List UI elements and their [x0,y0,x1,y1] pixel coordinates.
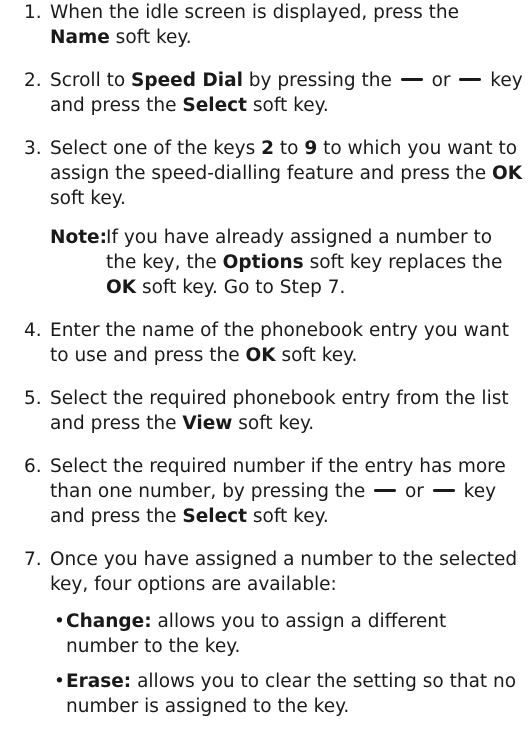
key-number: 9 [304,138,318,159]
soft-key-name: Name [50,27,110,48]
step-text: soft key. [109,27,192,48]
step-number: 2. [24,70,42,91]
option-change: • Change: allows you to assign a differe… [50,609,524,659]
step-text: soft key. [275,345,358,366]
step-1: 1. When the idle screen is displayed, pr… [24,0,524,50]
step-text: soft key. [50,188,126,209]
option-text: allows you to clear the setting so that … [66,671,517,717]
step-3: 3. Select one of the keys 2 to 9 to whic… [24,136,524,211]
note-label: Note: [50,227,107,248]
soft-key-name: Options [222,252,304,273]
soft-key-name: Select [182,506,247,527]
nav-down-key-icon [459,78,482,81]
options-list: • Change: allows you to assign a differe… [50,609,524,719]
key-number: 2 [261,138,274,159]
step-number: 1. [24,2,42,23]
step-6: 6. Select the required number if the ent… [24,454,524,529]
nav-down-key-icon [432,489,455,492]
step-text: to [274,138,305,159]
step-text: by pressing the [242,70,398,91]
soft-key-name: OK [106,277,137,298]
step-5: 5. Select the required phonebook entry f… [24,386,524,436]
instruction-document: 1. When the idle screen is displayed, pr… [24,0,524,729]
menu-item-name: Speed Dial [131,70,243,91]
step-number: 5. [24,388,42,409]
step-text: soft key. [247,506,329,527]
step-4: 4. Enter the name of the phonebook entry… [24,318,524,368]
soft-key-name: OK [245,345,276,366]
bullet-icon: • [54,671,65,692]
step-number: 4. [24,320,42,341]
option-label: Erase: [66,671,132,692]
step-text: soft key. [247,95,329,116]
nav-up-key-icon [374,489,397,492]
bullet-icon: • [54,611,65,632]
step-text: When the idle screen is displayed, press… [50,2,459,23]
step-text: or [425,70,457,91]
soft-key-name: View [182,413,233,434]
step-number: 6. [24,456,42,477]
step-text: Select one of the keys [50,138,262,159]
step-text: Select the required number if the entry … [50,456,506,502]
soft-key-name: OK [491,163,523,184]
soft-key-name: Select [182,95,247,116]
step-text: or [399,481,430,502]
step-text: Once you have assigned a number to the s… [50,549,518,595]
step-text: soft key. [232,413,315,434]
nav-up-key-icon [400,78,423,81]
option-erase: • Erase: allows you to clear the setting… [50,669,524,719]
note: Note: If you have already assigned a num… [50,225,524,300]
step-number: 3. [24,138,42,159]
step-7: 7. Once you have assigned a number to th… [24,547,524,597]
option-label: Change: [66,611,152,632]
note-text: soft key. Go to Step 7. [136,277,346,298]
note-text: soft key replaces the [303,252,503,273]
step-number: 7. [24,549,42,570]
step-2: 2. Scroll to Speed Dial by pressing the … [24,68,524,118]
step-text: Scroll to [50,70,132,91]
